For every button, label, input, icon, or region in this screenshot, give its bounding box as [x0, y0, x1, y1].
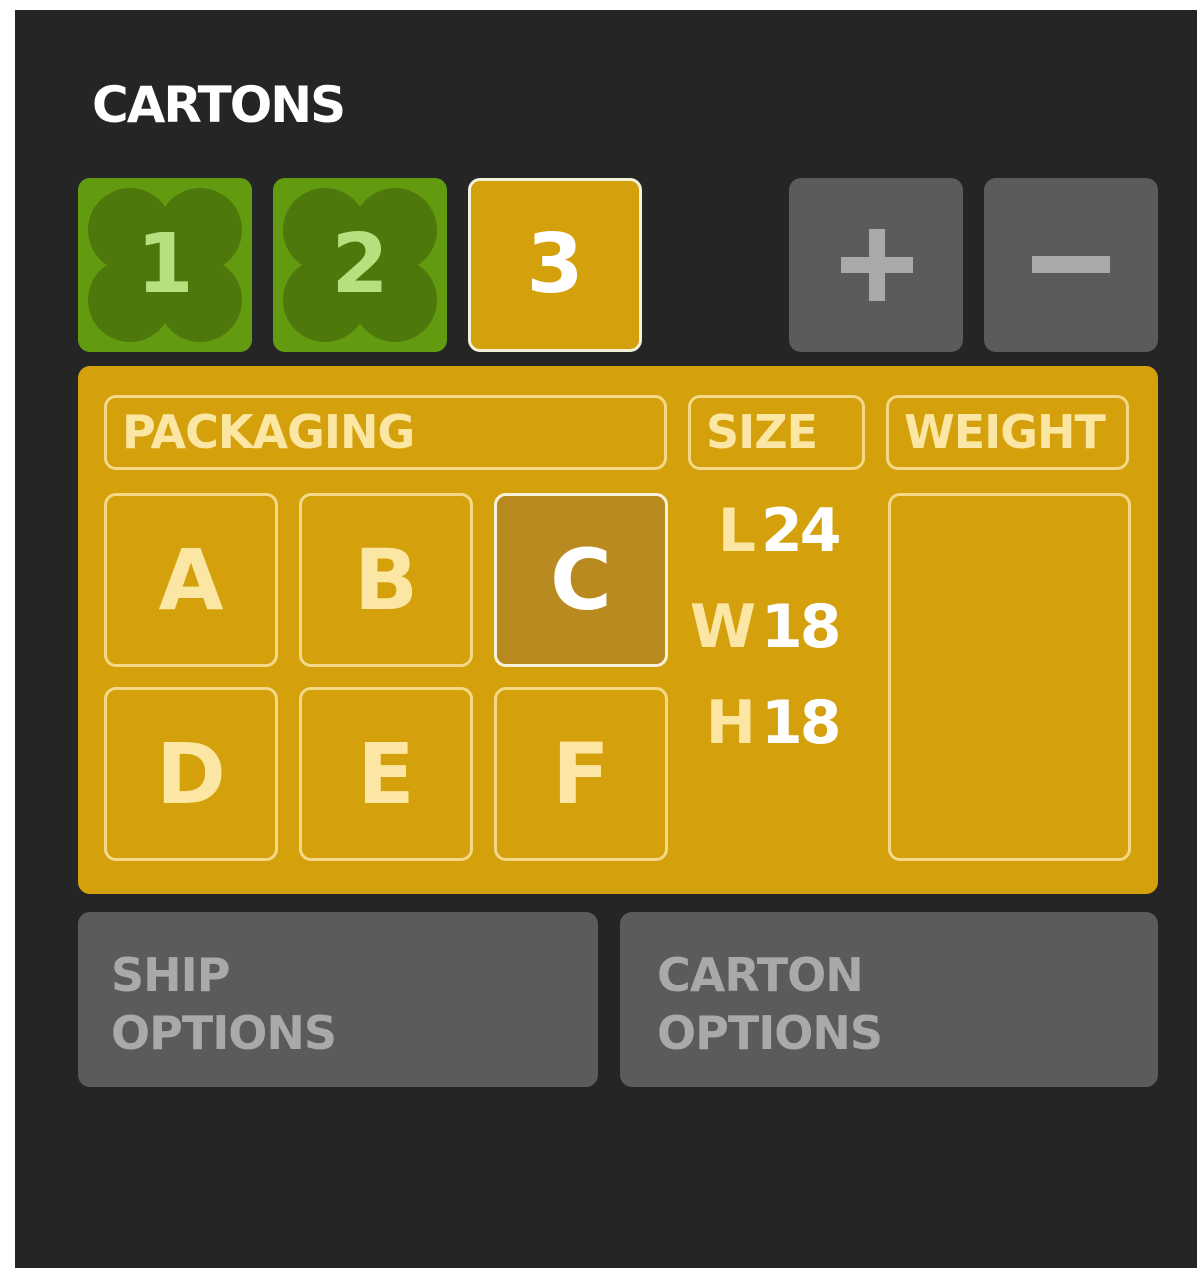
packaging-option-b[interactable]: B — [299, 493, 473, 667]
carton-tab-3[interactable]: 3 — [468, 178, 642, 352]
carton-tab-1[interactable]: 1 — [78, 178, 252, 352]
size-length-row: L 24 — [673, 496, 842, 566]
packaging-option-e[interactable]: E — [299, 687, 473, 861]
length-value: 24 — [761, 496, 841, 566]
packaging-header: PACKAGING — [104, 395, 667, 470]
packaging-option-f[interactable]: F — [494, 687, 668, 861]
carton-options-button[interactable]: CARTON OPTIONS — [620, 912, 1158, 1087]
add-carton-button[interactable] — [789, 178, 963, 352]
length-label: L — [717, 496, 756, 566]
plus-icon — [841, 229, 913, 301]
ship-options-line2: OPTIONS — [111, 1006, 337, 1060]
carton-tab-number: 3 — [526, 217, 584, 312]
height-value: 18 — [761, 688, 841, 758]
carton-options-line1: CARTON — [657, 948, 864, 1002]
carton-options-line2: OPTIONS — [657, 1006, 883, 1060]
carton-tab-number: 1 — [136, 217, 194, 312]
minus-icon — [1032, 256, 1110, 273]
ship-options-line1: SHIP — [111, 948, 230, 1002]
carton-tab-number: 2 — [331, 217, 389, 312]
remove-carton-button[interactable] — [984, 178, 1158, 352]
size-width-row: W 18 — [673, 592, 842, 662]
width-label: W — [689, 592, 756, 662]
packaging-option-d[interactable]: D — [104, 687, 278, 861]
height-label: H — [705, 688, 756, 758]
width-value: 18 — [761, 592, 841, 662]
size-height-row: H 18 — [673, 688, 842, 758]
size-header: SIZE — [688, 395, 865, 470]
weight-header: WEIGHT — [886, 395, 1129, 470]
packaging-option-a[interactable]: A — [104, 493, 278, 667]
ship-options-button[interactable]: SHIP OPTIONS — [78, 912, 598, 1087]
weight-field[interactable] — [888, 493, 1131, 861]
carton-details-card: PACKAGING SIZE WEIGHT A B C D E F L 24 W… — [78, 366, 1158, 894]
packaging-option-c[interactable]: C — [494, 493, 668, 667]
carton-tab-2[interactable]: 2 — [273, 178, 447, 352]
page-title: CARTONS — [92, 76, 346, 134]
